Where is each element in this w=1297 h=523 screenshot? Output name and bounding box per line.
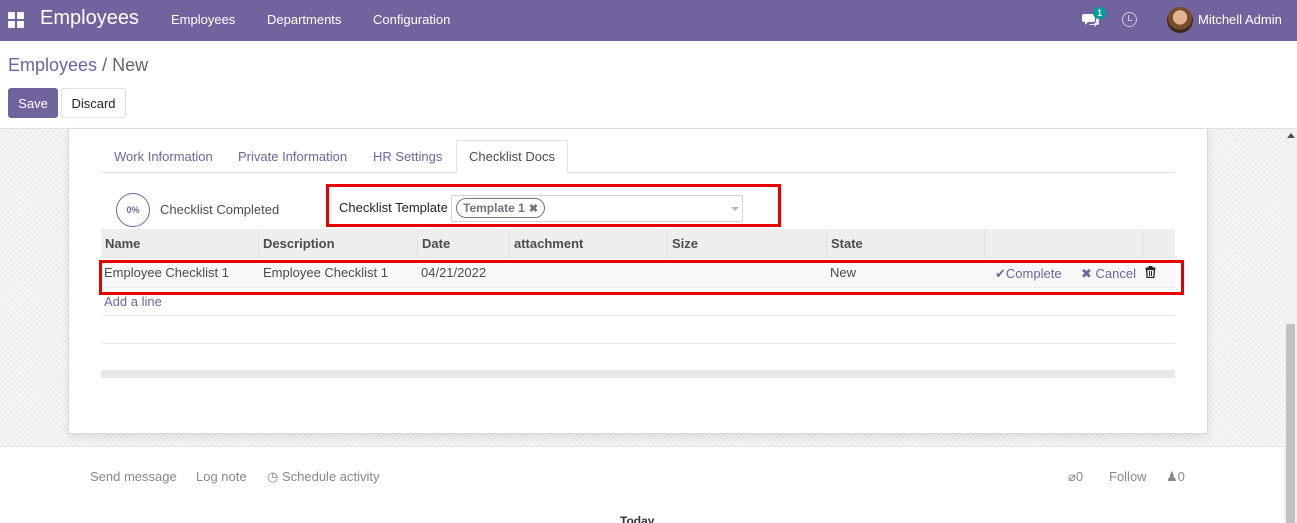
today-divider-label: Today — [620, 514, 655, 523]
breadcrumb-separator: / — [102, 55, 108, 75]
schedule-activity-label: Schedule activity — [281, 469, 380, 484]
dropdown-caret-icon[interactable] — [731, 207, 739, 211]
clock-icon: ◷ — [267, 469, 279, 484]
schedule-activity-button[interactable]: ◷ Schedule activity — [267, 469, 380, 485]
breadcrumb-parent[interactable]: Employees — [8, 55, 97, 75]
scroll-up-arrow-icon[interactable] — [1287, 133, 1295, 138]
followers-button[interactable]: ♟0 — [1166, 469, 1185, 485]
follow-button[interactable]: Follow — [1109, 469, 1147, 484]
checklist-template-label: Checklist Template — [339, 200, 448, 215]
user-avatar[interactable] — [1167, 7, 1193, 33]
tab-checklist-docs[interactable]: Checklist Docs — [456, 140, 568, 173]
breadcrumb-current: New — [112, 55, 149, 75]
log-note-button[interactable]: Log note — [196, 469, 247, 484]
send-message-button[interactable]: Send message — [90, 469, 177, 484]
paperclip-icon: ⌀ — [1068, 469, 1076, 484]
scrollbar[interactable] — [1284, 129, 1297, 523]
followers-count: 0 — [1177, 469, 1185, 484]
save-button[interactable]: Save — [8, 88, 58, 118]
menu-departments[interactable]: Departments — [267, 12, 341, 27]
column-header-attachment[interactable]: attachment — [510, 229, 668, 258]
row-highlight-box — [99, 260, 1184, 295]
menu-employees[interactable]: Employees — [171, 12, 235, 27]
table-header: Name Description Date attachment Size St… — [101, 229, 1175, 258]
tab-private-information[interactable]: Private Information — [238, 149, 347, 164]
checklist-progress-label: Checklist Completed — [160, 202, 280, 217]
top-navbar: Employees Employees Departments Configur… — [0, 0, 1297, 41]
breadcrumb: Employees / New — [8, 55, 148, 76]
empty-row-divider — [101, 343, 1175, 344]
column-header-description[interactable]: Description — [259, 229, 418, 258]
activity-clock-icon[interactable] — [1122, 12, 1137, 27]
app-title[interactable]: Employees — [40, 7, 139, 30]
user-name[interactable]: Mitchell Admin — [1198, 12, 1282, 27]
attachments-count: 0 — [1075, 469, 1084, 484]
tab-hr-settings[interactable]: HR Settings — [373, 149, 442, 164]
scroll-thumb[interactable] — [1286, 324, 1295, 523]
column-header-size[interactable]: Size — [668, 229, 827, 258]
table-footer — [101, 370, 1175, 378]
chatter-divider — [0, 446, 1284, 447]
tab-work-information[interactable]: Work Information — [114, 149, 213, 164]
template-tag-label: Template 1 — [463, 201, 525, 215]
menu-configuration[interactable]: Configuration — [373, 12, 450, 27]
column-header-state[interactable]: State — [827, 229, 985, 258]
column-header-name[interactable]: Name — [101, 229, 259, 258]
apps-menu-icon[interactable] — [8, 12, 24, 28]
user-icon: ♟ — [1166, 469, 1178, 484]
column-header-date[interactable]: Date — [418, 229, 510, 258]
checklist-progress-circle: 0% — [116, 193, 150, 227]
column-header-actions — [985, 229, 1143, 258]
empty-row-divider — [101, 315, 1175, 316]
discard-button[interactable]: Discard — [61, 88, 126, 118]
add-a-line-link[interactable]: Add a line — [104, 294, 162, 309]
remove-tag-icon[interactable]: ✖ — [529, 202, 538, 215]
chat-count-badge: 1 — [1093, 7, 1107, 19]
tabs-underline — [101, 172, 1175, 173]
attachments-button[interactable]: ⌀0 — [1068, 469, 1083, 485]
template-tag: Template 1 ✖ — [456, 198, 546, 218]
